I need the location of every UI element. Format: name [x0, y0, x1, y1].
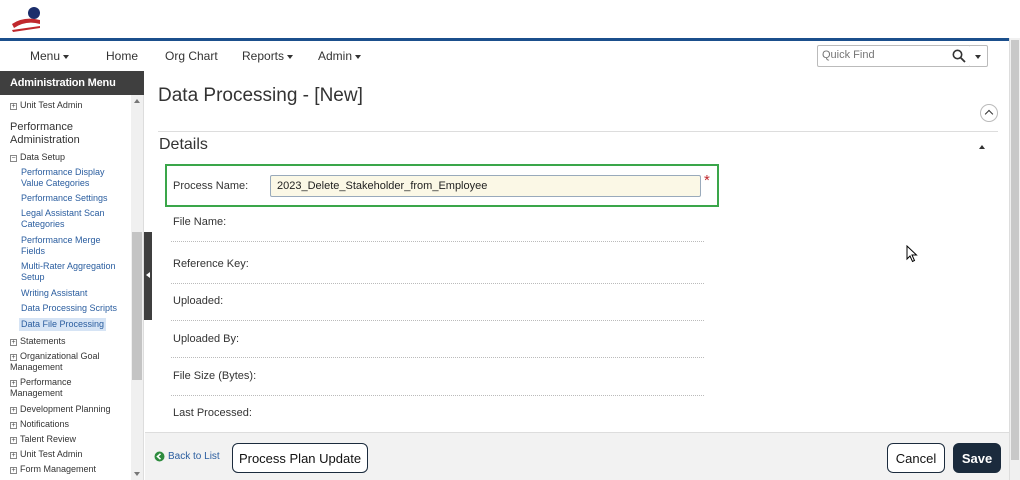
caret-down-icon [975, 55, 981, 59]
page-scrollbar[interactable] [1009, 38, 1020, 480]
process-name-label: Process Name: [173, 180, 249, 192]
expand-icon: + [10, 452, 17, 459]
sidebar-item-data-setup[interactable]: − Data Setup [10, 152, 65, 163]
company-logo[interactable] [10, 4, 44, 34]
quick-find-box [817, 45, 971, 67]
collapse-all-button[interactable] [980, 104, 998, 122]
field-divider [171, 283, 704, 284]
sidebar-link-performance-settings[interactable]: Performance Settings [21, 193, 121, 204]
process-name-input[interactable] [270, 175, 701, 197]
sidebar-link-multi-rater[interactable]: Multi-Rater Aggregation Setup [21, 261, 121, 283]
field-divider [171, 241, 704, 242]
sidebar-item-unit-test-admin[interactable]: + Unit Test Admin [10, 449, 82, 460]
required-indicator: * [704, 172, 710, 189]
sidebar-item-label: Performance Management [10, 377, 72, 398]
nav-reports-label: Reports [242, 49, 285, 63]
scroll-down-icon[interactable] [134, 472, 140, 476]
uploaded-by-label: Uploaded By: [173, 333, 240, 345]
collapse-icon: − [10, 155, 17, 162]
nav-home[interactable]: Home [106, 49, 138, 63]
sidebar-section-performance-admin: Performance Administration [10, 121, 80, 146]
expand-icon: + [10, 437, 17, 444]
sidebar-item-form-management[interactable]: + Form Management [10, 464, 96, 475]
sidebar-item-label: Notifications [20, 419, 70, 429]
sidebar-item-label: Organizational Goal Management [10, 351, 100, 372]
cancel-button[interactable]: Cancel [887, 443, 945, 473]
expand-icon: + [10, 407, 17, 414]
chevron-up-icon [984, 109, 994, 119]
sidebar-link-writing-assistant[interactable]: Writing Assistant [21, 288, 121, 299]
top-banner [0, 0, 1020, 38]
chevron-left-icon [146, 272, 150, 278]
sidebar-item-notifications[interactable]: + Notifications [10, 419, 69, 430]
quick-find-input[interactable] [822, 49, 947, 61]
caret-down-icon [355, 54, 362, 59]
caret-up-icon[interactable] [979, 145, 985, 149]
field-divider [171, 395, 704, 396]
expand-icon: + [10, 380, 17, 387]
details-section-title: Details [159, 136, 208, 153]
expand-icon: + [10, 354, 17, 361]
sidebar-item-unit-test-admin-top[interactable]: + Unit Test Admin [10, 100, 82, 111]
title-divider [158, 131, 998, 132]
file-size-label: File Size (Bytes): [173, 370, 257, 382]
file-name-label: File Name: [173, 216, 227, 228]
main-nav: Menu Home Org Chart Reports Admin [0, 41, 1009, 71]
process-plan-update-button[interactable]: Process Plan Update [232, 443, 368, 473]
nav-org-chart[interactable]: Org Chart [165, 49, 218, 63]
mouse-cursor-icon [906, 245, 918, 263]
save-button[interactable]: Save [953, 443, 1001, 473]
nav-reports[interactable]: Reports [242, 49, 294, 63]
back-arrow-icon[interactable] [154, 451, 165, 462]
uploaded-label: Uploaded: [173, 295, 224, 307]
caret-down-icon [63, 54, 70, 59]
back-to-list-link[interactable]: Back to List [168, 451, 220, 462]
caret-down-icon [287, 54, 294, 59]
admin-sidebar: Administration Menu + Unit Test Admin Per… [0, 71, 144, 480]
sidebar-link-display-value-categories[interactable]: Performance Display Value Categories [21, 167, 121, 189]
sidebar-item-label: Data Setup [20, 152, 66, 162]
nav-admin-label: Admin [318, 49, 353, 63]
sidebar-item-statements[interactable]: + Statements [10, 336, 66, 347]
quick-find-dropdown[interactable] [970, 45, 988, 67]
sidebar-item-label: Talent Review [20, 434, 77, 444]
sidebar-item-development-planning[interactable]: + Development Planning [10, 404, 111, 415]
sidebar-item-talent-review[interactable]: + Talent Review [10, 434, 76, 445]
page-scroll-thumb[interactable] [1011, 40, 1019, 460]
sidebar-scrollbar[interactable] [131, 95, 143, 480]
expand-icon: + [10, 103, 17, 110]
expand-icon: + [10, 339, 17, 346]
sidebar-link-legal-assistant-scan[interactable]: Legal Assistant Scan Categories [21, 208, 121, 230]
sidebar-item-label: Form Management [20, 464, 97, 474]
search-icon[interactable] [952, 49, 966, 63]
sidebar-item-performance-mgmt[interactable]: + Performance Management [10, 377, 90, 399]
sidebar-item-label: Statements [20, 336, 66, 346]
sidebar-item-label: Unit Test Admin [20, 100, 83, 110]
scroll-up-icon[interactable] [134, 99, 140, 103]
nav-menu[interactable]: Menu [30, 49, 70, 63]
expand-icon: + [10, 467, 17, 474]
expand-icon: + [10, 422, 17, 429]
field-divider [171, 320, 704, 321]
last-processed-label: Last Processed: [173, 407, 252, 419]
sidebar-header: Administration Menu [0, 71, 144, 95]
sidebar-scroll-thumb[interactable] [132, 232, 142, 380]
sidebar-item-org-goal-mgmt[interactable]: + Organizational Goal Management [10, 351, 120, 373]
field-divider [171, 357, 704, 358]
sidebar-link-data-processing-scripts[interactable]: Data Processing Scripts [21, 303, 126, 314]
sidebar-item-label: Development Planning [20, 404, 111, 414]
nav-menu-label: Menu [30, 49, 61, 63]
sidebar-item-label: Unit Test Admin [20, 449, 83, 459]
nav-admin[interactable]: Admin [318, 49, 362, 63]
page-title: Data Processing - [New] [158, 85, 363, 106]
sidebar-collapse-handle[interactable] [144, 232, 152, 320]
reference-key-label: Reference Key: [173, 258, 249, 270]
sidebar-link-merge-fields[interactable]: Performance Merge Fields [21, 235, 111, 257]
sidebar-link-data-file-processing[interactable]: Data File Processing [19, 318, 107, 331]
